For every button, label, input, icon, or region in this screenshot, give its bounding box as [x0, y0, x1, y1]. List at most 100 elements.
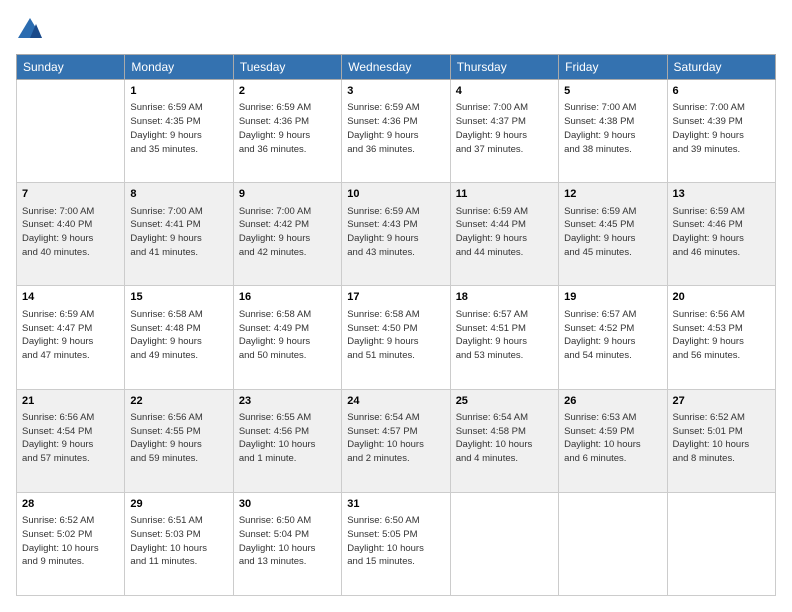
- day-cell: 16Sunrise: 6:58 AM Sunset: 4:49 PM Dayli…: [233, 286, 341, 389]
- day-info: Sunrise: 6:59 AM Sunset: 4:36 PM Dayligh…: [239, 101, 336, 156]
- day-info: Sunrise: 6:53 AM Sunset: 4:59 PM Dayligh…: [564, 411, 661, 466]
- day-number: 11: [456, 187, 553, 202]
- day-info: Sunrise: 6:55 AM Sunset: 4:56 PM Dayligh…: [239, 411, 336, 466]
- day-number: 29: [130, 497, 227, 512]
- day-info: Sunrise: 6:56 AM Sunset: 4:55 PM Dayligh…: [130, 411, 227, 466]
- day-info: Sunrise: 7:00 AM Sunset: 4:38 PM Dayligh…: [564, 101, 661, 156]
- day-info: Sunrise: 7:00 AM Sunset: 4:42 PM Dayligh…: [239, 205, 336, 260]
- day-cell: 13 Sunrise: 6:59 AM Sunset: 4:46 PM Dayli…: [667, 183, 775, 286]
- weekday-header-monday: Monday: [125, 55, 233, 80]
- day-cell: 17 Sunrise: 6:58 AM Sunset: 4:50 PM Dayli…: [342, 286, 450, 389]
- day-info: Sunrise: 6:59 AM Sunset: 4:46 PM Dayligh…: [673, 205, 770, 260]
- day-info: Sunrise: 6:54 AM Sunset: 4:57 PM Dayligh…: [347, 411, 444, 466]
- weekday-header-thursday: Thursday: [450, 55, 558, 80]
- day-number: 27: [673, 394, 770, 409]
- day-info: Sunrise: 6:59 AM Sunset: 4:35 PM Dayligh…: [130, 101, 227, 156]
- day-number: 26: [564, 394, 661, 409]
- day-cell: 7Sunrise: 7:00 AM Sunset: 4:40 PM Daylig…: [17, 183, 125, 286]
- day-cell: 12 Sunrise: 6:59 AM Sunset: 4:45 PM Dayli…: [559, 183, 667, 286]
- day-number: 14: [22, 290, 119, 305]
- day-number: 30: [239, 497, 336, 512]
- day-info: Sunrise: 6:58 AM Sunset: 4:49 PM Dayligh…: [239, 308, 336, 363]
- logo: [16, 16, 48, 44]
- day-cell: 8 Sunrise: 7:00 AM Sunset: 4:41 PM Daylig…: [125, 183, 233, 286]
- day-number: 31: [347, 497, 444, 512]
- day-cell: 29 Sunrise: 6:51 AM Sunset: 5:03 PM Dayli…: [125, 492, 233, 595]
- day-number: 4: [456, 84, 553, 99]
- day-cell: [17, 80, 125, 183]
- day-cell: 15 Sunrise: 6:58 AM Sunset: 4:48 PM Dayli…: [125, 286, 233, 389]
- day-cell: 26 Sunrise: 6:53 AM Sunset: 4:59 PM Dayli…: [559, 389, 667, 492]
- day-number: 1: [130, 84, 227, 99]
- day-info: Sunrise: 6:50 AM Sunset: 5:05 PM Dayligh…: [347, 514, 444, 569]
- day-cell: 3Sunrise: 6:59 AM Sunset: 4:36 PM Daylig…: [342, 80, 450, 183]
- day-number: 6: [673, 84, 770, 99]
- day-info: Sunrise: 6:56 AM Sunset: 4:53 PM Dayligh…: [673, 308, 770, 363]
- day-number: 15: [130, 290, 227, 305]
- day-info: Sunrise: 7:00 AM Sunset: 4:41 PM Dayligh…: [130, 205, 227, 260]
- day-cell: 5Sunrise: 7:00 AM Sunset: 4:38 PM Daylig…: [559, 80, 667, 183]
- day-info: Sunrise: 6:57 AM Sunset: 4:51 PM Dayligh…: [456, 308, 553, 363]
- week-row-2: 7Sunrise: 7:00 AM Sunset: 4:40 PM Daylig…: [17, 183, 776, 286]
- day-cell: 4 Sunrise: 7:00 AM Sunset: 4:37 PM Daylig…: [450, 80, 558, 183]
- day-cell: 23 Sunrise: 6:55 AM Sunset: 4:56 PM Dayli…: [233, 389, 341, 492]
- day-cell: [667, 492, 775, 595]
- day-info: Sunrise: 7:00 AM Sunset: 4:37 PM Dayligh…: [456, 101, 553, 156]
- logo-icon: [16, 16, 44, 44]
- weekday-header-row: SundayMondayTuesdayWednesdayThursdayFrid…: [17, 55, 776, 80]
- day-number: 13: [673, 187, 770, 202]
- week-row-3: 14 Sunrise: 6:59 AM Sunset: 4:47 PM Dayli…: [17, 286, 776, 389]
- day-cell: 11 Sunrise: 6:59 AM Sunset: 4:44 PM Dayli…: [450, 183, 558, 286]
- weekday-header-wednesday: Wednesday: [342, 55, 450, 80]
- day-cell: 1 Sunrise: 6:59 AM Sunset: 4:35 PM Daylig…: [125, 80, 233, 183]
- day-number: 23: [239, 394, 336, 409]
- day-number: 21: [22, 394, 119, 409]
- day-cell: 20 Sunrise: 6:56 AM Sunset: 4:53 PM Dayli…: [667, 286, 775, 389]
- day-number: 12: [564, 187, 661, 202]
- day-number: 9: [239, 187, 336, 202]
- day-number: 8: [130, 187, 227, 202]
- day-cell: 30 Sunrise: 6:50 AM Sunset: 5:04 PM Dayli…: [233, 492, 341, 595]
- day-info: Sunrise: 6:51 AM Sunset: 5:03 PM Dayligh…: [130, 514, 227, 569]
- day-info: Sunrise: 7:00 AM Sunset: 4:39 PM Dayligh…: [673, 101, 770, 156]
- day-info: Sunrise: 6:54 AM Sunset: 4:58 PM Dayligh…: [456, 411, 553, 466]
- day-info: Sunrise: 6:59 AM Sunset: 4:47 PM Dayligh…: [22, 308, 119, 363]
- day-number: 22: [130, 394, 227, 409]
- day-number: 7: [22, 187, 119, 202]
- day-cell: 6 Sunrise: 7:00 AM Sunset: 4:39 PM Daylig…: [667, 80, 775, 183]
- day-info: Sunrise: 6:58 AM Sunset: 4:50 PM Dayligh…: [347, 308, 444, 363]
- day-cell: 22 Sunrise: 6:56 AM Sunset: 4:55 PM Dayli…: [125, 389, 233, 492]
- day-cell: 28 Sunrise: 6:52 AM Sunset: 5:02 PM Dayli…: [17, 492, 125, 595]
- day-number: 25: [456, 394, 553, 409]
- day-number: 17: [347, 290, 444, 305]
- day-number: 2: [239, 84, 336, 99]
- day-cell: 21Sunrise: 6:56 AM Sunset: 4:54 PM Dayli…: [17, 389, 125, 492]
- day-info: Sunrise: 6:59 AM Sunset: 4:36 PM Dayligh…: [347, 101, 444, 156]
- calendar: SundayMondayTuesdayWednesdayThursdayFrid…: [16, 54, 776, 596]
- page: SundayMondayTuesdayWednesdayThursdayFrid…: [0, 0, 792, 612]
- day-cell: 24 Sunrise: 6:54 AM Sunset: 4:57 PM Dayli…: [342, 389, 450, 492]
- day-info: Sunrise: 6:52 AM Sunset: 5:02 PM Dayligh…: [22, 514, 119, 569]
- day-cell: 14 Sunrise: 6:59 AM Sunset: 4:47 PM Dayli…: [17, 286, 125, 389]
- day-cell: 9 Sunrise: 7:00 AM Sunset: 4:42 PM Daylig…: [233, 183, 341, 286]
- day-info: Sunrise: 6:57 AM Sunset: 4:52 PM Dayligh…: [564, 308, 661, 363]
- day-info: Sunrise: 6:50 AM Sunset: 5:04 PM Dayligh…: [239, 514, 336, 569]
- week-row-1: 1 Sunrise: 6:59 AM Sunset: 4:35 PM Daylig…: [17, 80, 776, 183]
- day-cell: [559, 492, 667, 595]
- day-number: 19: [564, 290, 661, 305]
- day-cell: 27Sunrise: 6:52 AM Sunset: 5:01 PM Dayli…: [667, 389, 775, 492]
- header: [16, 16, 776, 44]
- weekday-header-tuesday: Tuesday: [233, 55, 341, 80]
- day-cell: 31 Sunrise: 6:50 AM Sunset: 5:05 PM Dayli…: [342, 492, 450, 595]
- week-row-4: 21Sunrise: 6:56 AM Sunset: 4:54 PM Dayli…: [17, 389, 776, 492]
- day-number: 24: [347, 394, 444, 409]
- day-number: 28: [22, 497, 119, 512]
- day-info: Sunrise: 6:59 AM Sunset: 4:45 PM Dayligh…: [564, 205, 661, 260]
- day-cell: 2 Sunrise: 6:59 AM Sunset: 4:36 PM Daylig…: [233, 80, 341, 183]
- day-number: 20: [673, 290, 770, 305]
- weekday-header-sunday: Sunday: [17, 55, 125, 80]
- day-info: Sunrise: 6:58 AM Sunset: 4:48 PM Dayligh…: [130, 308, 227, 363]
- day-info: Sunrise: 6:59 AM Sunset: 4:44 PM Dayligh…: [456, 205, 553, 260]
- day-cell: 19 Sunrise: 6:57 AM Sunset: 4:52 PM Dayli…: [559, 286, 667, 389]
- day-number: 18: [456, 290, 553, 305]
